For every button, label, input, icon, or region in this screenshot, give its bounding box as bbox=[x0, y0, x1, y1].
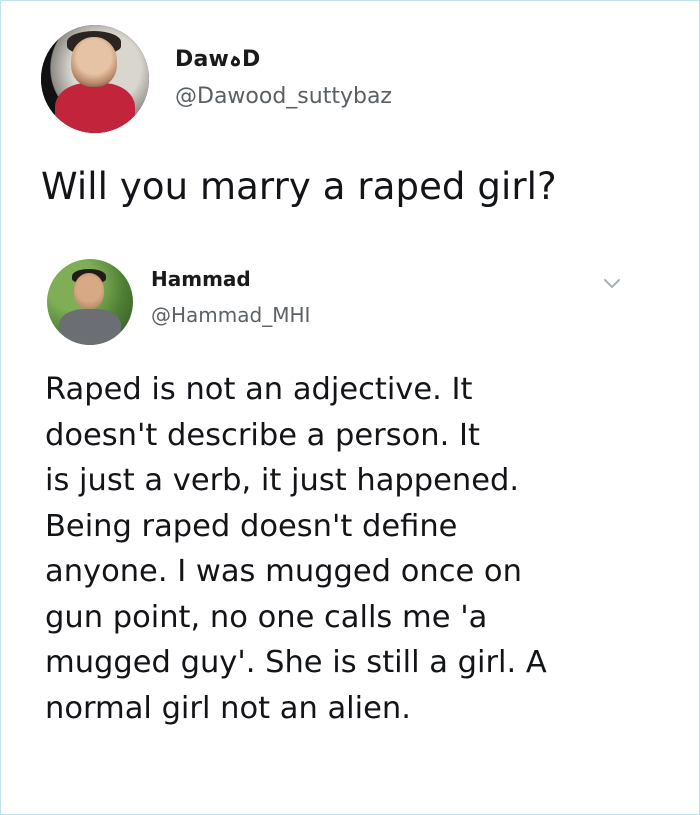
reply-text-line: doesn't describe a person. It bbox=[45, 417, 480, 453]
reply-display-name[interactable]: Hammad bbox=[151, 267, 310, 291]
original-display-name[interactable]: DawہD bbox=[175, 47, 392, 72]
original-tweet-author: DawہD @Dawood_suttybaz bbox=[41, 25, 392, 133]
reply-text-line: mugged guy'. She is still a girl. A bbox=[45, 645, 547, 680]
original-author-names: DawہD @Dawood_suttybaz bbox=[175, 47, 392, 109]
reply-handle[interactable]: @Hammad_MHI bbox=[151, 303, 310, 327]
avatar-shirt bbox=[59, 309, 121, 345]
avatar-face bbox=[71, 37, 117, 87]
chevron-down-icon[interactable] bbox=[602, 277, 622, 291]
original-tweet-text: Will you marry a raped girl? bbox=[41, 165, 557, 208]
reply-tweet-text: Raped is not an adjective. It doesn't de… bbox=[45, 367, 645, 731]
reply-author-names: Hammad @Hammad_MHI bbox=[151, 267, 310, 327]
reply-text-line: Being raped doesn't define bbox=[45, 508, 458, 544]
avatar-shirt bbox=[55, 83, 135, 133]
reply-text-line: Raped is not an adjective. It bbox=[45, 372, 473, 407]
avatar-face bbox=[74, 273, 104, 309]
reply-tweet-author: Hammad @Hammad_MHI bbox=[47, 259, 310, 345]
original-handle[interactable]: @Dawood_suttybaz bbox=[175, 84, 392, 109]
avatar[interactable] bbox=[47, 259, 133, 345]
reply-text-line: gun point, no one calls me 'a bbox=[45, 599, 488, 635]
reply-text-line: is just a verb, it just happened. bbox=[45, 463, 520, 498]
reply-text-line: anyone. I was mugged once on bbox=[45, 554, 522, 589]
reply-text-line: normal girl not an alien. bbox=[45, 690, 411, 726]
avatar[interactable] bbox=[41, 25, 149, 133]
screenshot-frame: DawہD @Dawood_suttybaz Will you marry a … bbox=[0, 0, 700, 815]
